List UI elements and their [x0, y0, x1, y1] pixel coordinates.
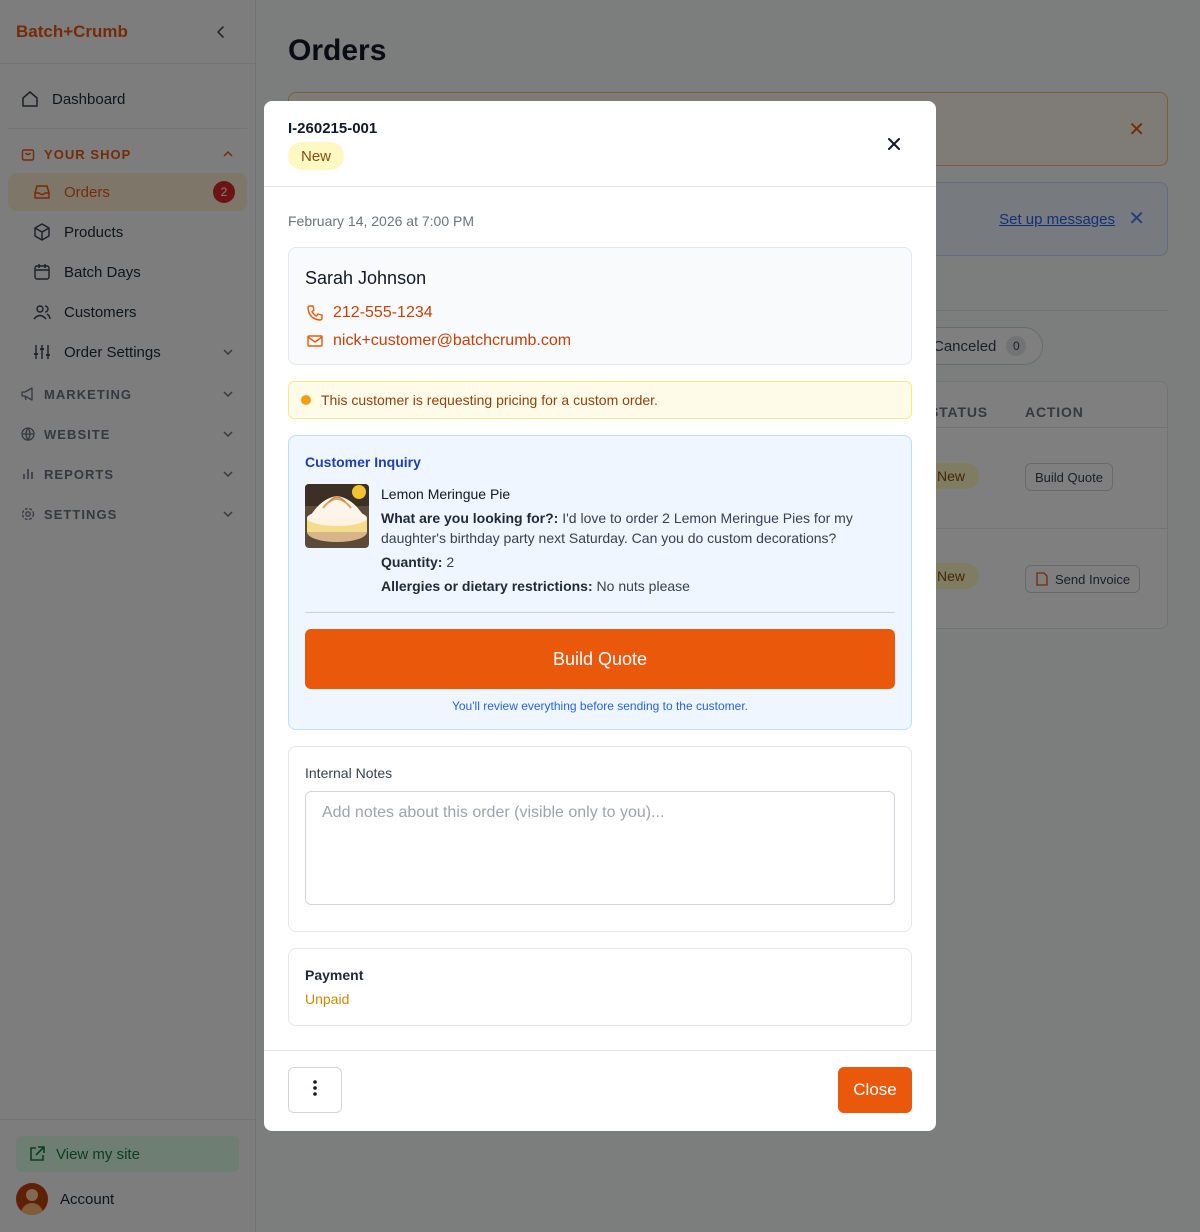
- customer-inquiry-card: Customer Inquiry Lemon Meringue Pie What…: [288, 435, 912, 730]
- inquiry-product: Lemon Meringue Pie What are you looking …: [305, 484, 895, 600]
- payment-status: Unpaid: [305, 991, 350, 1007]
- close-button[interactable]: Close: [838, 1067, 912, 1113]
- inquiry-request: What are you looking for?: I'd love to o…: [381, 508, 895, 548]
- build-quote-button[interactable]: Build Quote: [305, 629, 895, 689]
- inquiry-details: Lemon Meringue Pie What are you looking …: [381, 484, 895, 600]
- order-date: February 14, 2026 at 7:00 PM: [288, 213, 474, 229]
- inquiry-title: Customer Inquiry: [305, 454, 421, 470]
- order-detail-modal: I-260215-001 New February 14, 2026 at 7:…: [264, 101, 936, 1131]
- payment-label: Payment: [305, 967, 364, 983]
- inquiry-quantity: Quantity: 2: [381, 552, 895, 572]
- field-value: 2: [446, 554, 455, 570]
- notes-label: Internal Notes: [305, 765, 393, 781]
- order-id: I-260215-001: [288, 120, 378, 137]
- field-label: Quantity:: [381, 554, 443, 570]
- email-text: nick+customer@batchcrumb.com: [333, 332, 572, 349]
- modal-header: I-260215-001 New: [264, 101, 936, 187]
- field-label: Allergies or dietary restrictions:: [381, 578, 593, 594]
- internal-notes-input[interactable]: [305, 791, 895, 905]
- field-label: What are you looking for?:: [381, 510, 559, 526]
- modal-footer: Close: [264, 1050, 936, 1131]
- custom-order-warning: This customer is requesting pricing for …: [288, 381, 912, 419]
- more-vertical-icon: [312, 1079, 318, 1102]
- status-badge: New: [288, 142, 345, 170]
- customer-email-link[interactable]: nick+customer@batchcrumb.com: [305, 327, 895, 355]
- customer-name: Sarah Johnson: [305, 268, 427, 288]
- customer-card: Sarah Johnson 212-555-1234 nick+customer…: [288, 247, 912, 365]
- warning-text: This customer is requesting pricing for …: [321, 392, 658, 408]
- payment-card: Payment Unpaid: [288, 948, 912, 1026]
- phone-icon: [305, 303, 325, 323]
- close-icon[interactable]: [884, 134, 904, 154]
- more-options-button[interactable]: [288, 1067, 342, 1113]
- customer-phone-link[interactable]: 212-555-1234: [305, 299, 895, 327]
- warning-dot-icon: [301, 395, 311, 405]
- mail-icon: [305, 331, 325, 351]
- product-image: [305, 484, 369, 548]
- inquiry-allergies: Allergies or dietary restrictions: No nu…: [381, 576, 895, 596]
- product-name: Lemon Meringue Pie: [381, 486, 511, 502]
- phone-text: 212-555-1234: [333, 304, 433, 321]
- field-value: No nuts please: [596, 578, 690, 594]
- internal-notes-card: Internal Notes: [288, 746, 912, 932]
- modal-body: February 14, 2026 at 7:00 PM Sarah Johns…: [264, 213, 936, 1026]
- divider: [305, 612, 895, 613]
- build-quote-hint: You'll review everything before sending …: [451, 699, 749, 713]
